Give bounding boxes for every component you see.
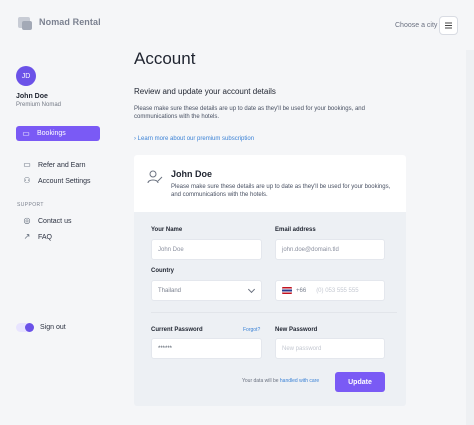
phone-code: +66 bbox=[296, 287, 307, 294]
country-select[interactable]: Thailand bbox=[151, 280, 262, 301]
chevron-right-icon: › bbox=[134, 136, 136, 142]
email-label: Email address bbox=[275, 227, 316, 233]
page-subtitle: Review and update your account details bbox=[134, 87, 276, 96]
sidebar-item-faq[interactable]: ↗ FAQ bbox=[22, 232, 52, 242]
page-title: Account bbox=[134, 49, 196, 68]
new-password-label: New Password bbox=[275, 327, 318, 333]
sign-out[interactable]: Sign out bbox=[16, 323, 66, 332]
signout-toggle[interactable] bbox=[16, 323, 34, 332]
sidebar-item-label: FAQ bbox=[38, 233, 53, 241]
premium-link-label: Learn more about our premium subscriptio… bbox=[137, 136, 255, 142]
external-link-icon: ↗ bbox=[23, 232, 31, 241]
sidebar-item-account-settings[interactable]: ⚇ Account Settings bbox=[22, 176, 91, 186]
form-divider bbox=[151, 312, 397, 313]
avatar[interactable]: JD bbox=[16, 66, 36, 86]
country-label: Country bbox=[151, 268, 174, 274]
card-icon: ▭ bbox=[22, 128, 30, 138]
current-password-input[interactable]: ****** bbox=[151, 338, 262, 359]
update-button[interactable]: Update bbox=[335, 372, 385, 392]
sidebar-item-label: Contact us bbox=[38, 217, 72, 225]
thailand-flag-icon bbox=[282, 287, 292, 294]
choose-city-label[interactable]: Choose a city bbox=[395, 22, 437, 29]
data-care-note: Your data will be handled with care bbox=[242, 378, 319, 384]
chevron-down-icon bbox=[247, 285, 256, 294]
sidebar-item-bookings[interactable]: ▭ Bookings bbox=[16, 126, 100, 141]
edit-user-icon bbox=[146, 168, 164, 186]
country-value: Thailand bbox=[158, 287, 182, 294]
email-input[interactable]: john.doe@domain.tld bbox=[275, 239, 385, 260]
sidebar-item-refer[interactable]: ▭ Refer and Earn bbox=[22, 160, 85, 170]
forgot-password-link[interactable]: Forgot? bbox=[243, 327, 260, 333]
current-password-label: Current Password bbox=[151, 327, 203, 333]
note-link[interactable]: handled with care bbox=[280, 378, 319, 384]
phone-field[interactable]: +66 (0) 053 555 555 bbox=[275, 280, 385, 301]
phone-placeholder: (0) 053 555 555 bbox=[316, 287, 359, 294]
globe-icon: ◎ bbox=[23, 216, 31, 225]
user-name: John Doe bbox=[16, 93, 48, 100]
menu-icon bbox=[445, 22, 452, 29]
user-settings-icon: ⚇ bbox=[23, 176, 31, 185]
sidebar-item-label: Account Settings bbox=[38, 177, 91, 185]
new-password-input[interactable]: New password bbox=[275, 338, 385, 359]
premium-link[interactable]: › Learn more about our premium subscript… bbox=[134, 136, 254, 142]
card-description: Please make sure these details are up to… bbox=[171, 184, 391, 198]
sign-out-label: Sign out bbox=[40, 324, 66, 331]
your-name-label: Your Name bbox=[151, 227, 183, 233]
card-user-name: John Doe bbox=[171, 169, 213, 179]
top-bar: Nomad Rental Choose a city bbox=[0, 0, 474, 50]
your-name-input[interactable]: John Doe bbox=[151, 239, 262, 260]
page-description: Please make sure these details are up to… bbox=[134, 106, 365, 120]
sidebar-item-label: Refer and Earn bbox=[38, 161, 86, 169]
logo-icon bbox=[16, 14, 34, 32]
note-prefix: Your data will be bbox=[242, 378, 279, 384]
sidebar-item-contact[interactable]: ◎ Contact us bbox=[22, 216, 72, 226]
user-tier: Premium Nomad bbox=[16, 102, 62, 108]
refer-icon: ▭ bbox=[23, 160, 31, 169]
right-edge bbox=[466, 0, 474, 425]
sidebar-item-label: Bookings bbox=[37, 130, 66, 137]
support-label: SUPPORT bbox=[17, 202, 44, 208]
city-menu-button[interactable] bbox=[439, 16, 458, 35]
brand-name[interactable]: Nomad Rental bbox=[39, 17, 101, 27]
